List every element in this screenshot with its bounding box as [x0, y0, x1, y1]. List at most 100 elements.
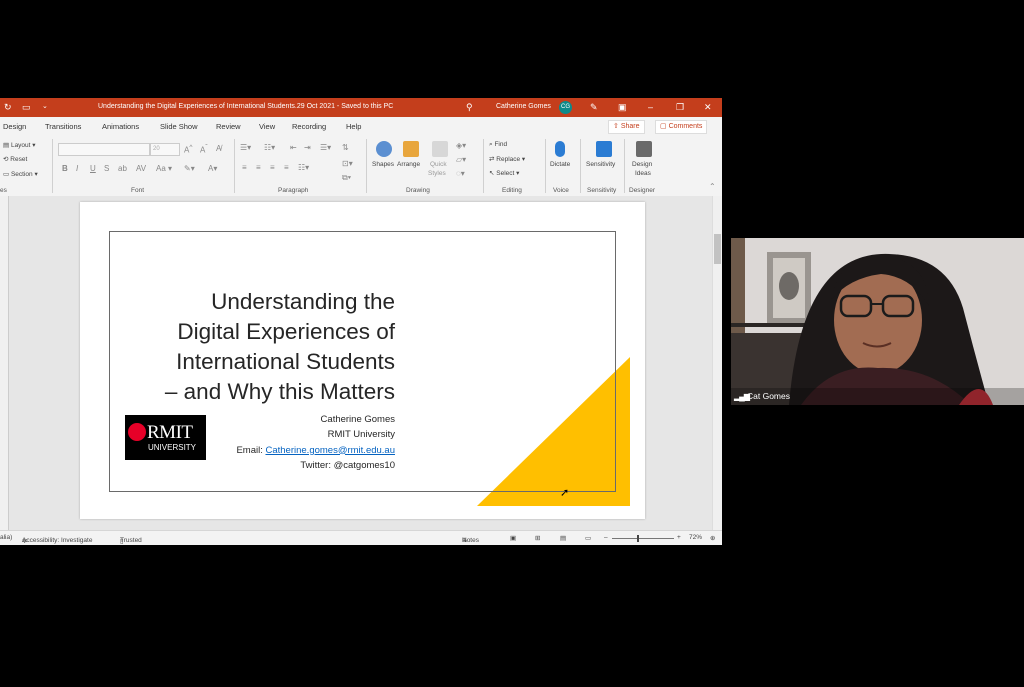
justify-icon[interactable]: ≡	[284, 163, 289, 172]
fit-slide-icon[interactable]: ⊕	[710, 534, 715, 542]
shapes-button[interactable]: Shapes	[372, 161, 394, 168]
divider	[366, 139, 367, 193]
shape-fill-icon[interactable]: ◈▾	[456, 141, 466, 150]
close-icon[interactable]: ✕	[704, 101, 712, 113]
italic-icon[interactable]: I	[76, 164, 78, 173]
tab-recording[interactable]: Recording	[292, 122, 326, 131]
microphone-icon[interactable]	[555, 141, 565, 157]
change-case-icon[interactable]: AV	[136, 164, 146, 173]
layout-button[interactable]: ▤ Layout ▾	[3, 141, 36, 149]
sensitivity-button[interactable]: Sensitivity	[586, 161, 615, 168]
document-title[interactable]: Understanding the Digital Experiences of…	[98, 103, 393, 110]
shape-effects-icon[interactable]: ◌▾	[456, 169, 465, 178]
restore-icon[interactable]: ❐	[676, 101, 684, 113]
zoom-in-icon[interactable]: +	[677, 534, 681, 541]
align-left-icon[interactable]: ≡	[242, 163, 247, 172]
align-center-icon[interactable]: ≡	[256, 163, 261, 172]
font-name-box[interactable]	[58, 143, 150, 156]
zoom-slider[interactable]	[612, 538, 674, 539]
increase-indent-icon[interactable]: ⇥	[304, 143, 311, 152]
drawing-group-label: Drawing	[406, 187, 430, 194]
reading-view-icon[interactable]: ▤	[560, 534, 566, 542]
decrease-indent-icon[interactable]: ⇤	[290, 143, 297, 152]
zoom-out-icon[interactable]: –	[604, 534, 608, 541]
font-size-box[interactable]: 20	[150, 143, 180, 156]
zoom-level[interactable]: 72%	[689, 534, 702, 541]
tab-design[interactable]: Design	[3, 122, 26, 131]
slide-title[interactable]: Understanding the Digital Experiences of…	[120, 287, 395, 407]
presenter-info[interactable]: Catherine Gomes RMIT University Email: C…	[200, 412, 395, 473]
highlight-icon[interactable]: ✎▾	[184, 164, 195, 173]
font-color-icon[interactable]: A▾	[208, 164, 217, 173]
section-button[interactable]: ▭ Section ▾	[3, 170, 38, 178]
tab-review[interactable]: Review	[216, 122, 241, 131]
user-name[interactable]: Catherine Gomes	[496, 103, 551, 110]
tab-help[interactable]: Help	[346, 122, 361, 131]
select-button[interactable]: ↖ Select ▾	[489, 169, 519, 177]
tab-slide-show[interactable]: Slide Show	[160, 122, 198, 131]
slide[interactable]: Understanding the Digital Experiences of…	[80, 202, 645, 519]
present-icon[interactable]: ▭	[22, 101, 31, 113]
ribbon: ▤ Layout ▾ ⟲ Reset ▭ Section ▾ es 20 A^ …	[0, 135, 722, 197]
scroll-thumb[interactable]	[714, 234, 721, 264]
reset-button[interactable]: ⟲ Reset	[3, 155, 27, 163]
replace-button[interactable]: ⇄ Replace ▾	[489, 155, 525, 163]
find-button[interactable]: ⌕ Find	[489, 141, 507, 149]
minimize-icon[interactable]: –	[648, 101, 653, 113]
customize-icon[interactable]: ⌄	[42, 101, 48, 113]
thumbnail-scrollbar[interactable]	[0, 196, 9, 530]
ribbon-display-icon[interactable]: ▣	[618, 101, 627, 113]
comments-button[interactable]: ▢ Comments	[655, 120, 708, 134]
shape-outline-icon[interactable]: ▱▾	[456, 155, 466, 164]
designer-group-label: Designer	[629, 187, 656, 194]
align-text-icon[interactable]: ⊡▾	[342, 159, 353, 168]
increase-font-icon[interactable]: A^	[184, 144, 192, 155]
arrange-button[interactable]: Arrange	[397, 161, 420, 168]
design-ideas-icon[interactable]	[636, 141, 652, 157]
normal-view-icon[interactable]: ▣	[510, 534, 516, 542]
slideshow-view-icon[interactable]: ▭	[585, 534, 591, 542]
email-link[interactable]: Catherine.gomes@rmit.edu.au	[265, 445, 395, 456]
align-right-icon[interactable]: ≡	[270, 163, 275, 172]
quick-styles-label-2[interactable]: Styles	[428, 170, 446, 177]
avatar[interactable]: CG	[559, 101, 572, 114]
shapes-icon[interactable]	[376, 141, 392, 157]
char-spacing-icon[interactable]: ab	[118, 164, 127, 173]
slide-editor: Understanding the Digital Experiences of…	[0, 196, 722, 530]
bullets-icon[interactable]: ☰▾	[240, 143, 251, 152]
sensitivity-icon[interactable]	[596, 141, 612, 157]
slides-group-label: es	[0, 187, 7, 194]
columns-icon[interactable]: ☷▾	[298, 163, 309, 172]
vertical-scrollbar[interactable]	[712, 196, 722, 530]
numbering-icon[interactable]: ☷▾	[264, 143, 275, 152]
autosave-icon[interactable]: ↻	[4, 101, 12, 113]
font-size-case-icon[interactable]: Aa ▾	[156, 164, 172, 173]
bold-icon[interactable]: B	[62, 164, 68, 173]
share-button[interactable]: ⇧ Share	[608, 120, 645, 134]
clear-format-icon[interactable]: A̸	[216, 144, 221, 153]
editing-group-label: Editing	[502, 187, 522, 194]
design-ideas-label-2[interactable]: Ideas	[635, 170, 651, 177]
line-spacing-icon[interactable]: ☰▾	[320, 143, 331, 152]
quick-styles-label-1[interactable]: Quick	[430, 161, 447, 168]
dictate-button[interactable]: Dictate	[550, 161, 570, 168]
language-status[interactable]: alia)	[0, 534, 12, 541]
decrease-font-icon[interactable]: Aˇ	[200, 144, 208, 155]
search-icon[interactable]: ⚲	[466, 101, 473, 113]
tab-transitions[interactable]: Transitions	[45, 122, 81, 131]
arrange-icon[interactable]	[403, 141, 419, 157]
tab-animations[interactable]: Animations	[102, 122, 139, 131]
pen-icon[interactable]: ✎	[590, 101, 598, 113]
divider	[483, 139, 484, 193]
collapse-ribbon-icon[interactable]: ⌃	[709, 182, 716, 191]
zoom-slider-knob[interactable]	[637, 535, 639, 542]
participant-video[interactable]: ▂▄▆ Cat Gomes	[731, 238, 1024, 405]
design-ideas-label-1[interactable]: Design	[632, 161, 652, 168]
text-direction-icon[interactable]: ⇅	[342, 143, 349, 152]
slide-sorter-icon[interactable]: ⊞	[535, 534, 540, 542]
smartart-icon[interactable]: ⧉▾	[342, 173, 351, 183]
strikethrough-icon[interactable]: S	[104, 164, 109, 173]
underline-icon[interactable]: U	[90, 164, 96, 173]
tab-view[interactable]: View	[259, 122, 275, 131]
quick-styles-icon[interactable]	[432, 141, 448, 157]
